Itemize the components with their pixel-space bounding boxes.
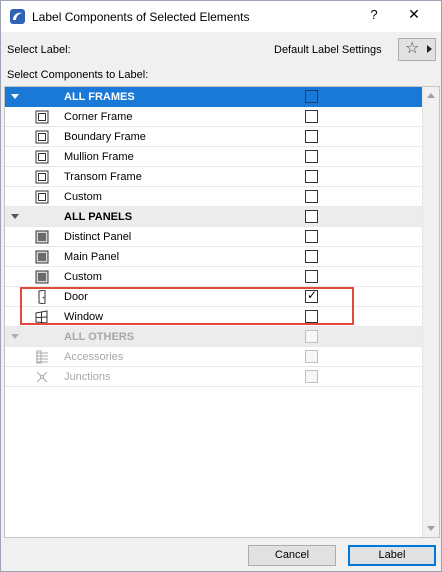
dialog-title: Label Components of Selected Elements [32, 10, 250, 24]
list-item: Accessories [5, 347, 423, 367]
frame-icon [35, 190, 49, 204]
row-checkbox[interactable] [305, 130, 318, 143]
row-checkbox[interactable] [305, 230, 318, 243]
row-label: Custom [64, 271, 102, 283]
list-item[interactable]: Window [5, 307, 423, 327]
frame-icon [35, 130, 49, 144]
row-label: Main Panel [64, 251, 120, 263]
row-checkbox[interactable] [305, 210, 318, 223]
components-list[interactable]: ALL FRAMES Corner Frame Boundary Frame Mull… [4, 86, 440, 538]
row-label: Boundary Frame [64, 131, 146, 143]
row-checkbox[interactable] [305, 150, 318, 163]
accessories-icon [35, 350, 49, 364]
list-item[interactable]: Mullion Frame [5, 147, 423, 167]
row-label: Transom Frame [64, 171, 142, 183]
row-checkbox[interactable] [305, 90, 318, 103]
star-icon: ☆ [405, 40, 420, 57]
collapse-triangle-icon[interactable] [11, 94, 19, 99]
row-checkbox[interactable] [305, 270, 318, 283]
row-label: Distinct Panel [64, 231, 132, 243]
group-row[interactable]: ALL PANELS [5, 207, 423, 227]
row-checkbox [305, 330, 318, 343]
panel-icon [35, 230, 49, 244]
row-checkbox[interactable] [305, 110, 318, 123]
row-label: ALL OTHERS [64, 331, 135, 343]
door-icon [35, 289, 49, 305]
row-label: ALL FRAMES [64, 91, 135, 103]
title-bar: Label Components of Selected Elements ? … [1, 1, 441, 32]
list-item: Junctions [5, 367, 423, 387]
select-label-caption: Select Label: [7, 44, 71, 56]
label-components-dialog: Label Components of Selected Elements ? … [0, 0, 442, 572]
help-button[interactable]: ? [367, 7, 381, 22]
list-item[interactable]: Boundary Frame [5, 127, 423, 147]
components-caption: Select Components to Label: [7, 69, 149, 81]
panel-icon [35, 250, 49, 264]
collapse-triangle-icon[interactable] [11, 214, 19, 219]
row-label: Accessories [64, 351, 124, 363]
scroll-up-icon[interactable] [427, 93, 435, 98]
row-label: Window [64, 311, 104, 323]
row-label: Junctions [64, 371, 111, 383]
frame-icon [35, 150, 49, 164]
row-label: ALL PANELS [64, 211, 133, 223]
default-label-settings: Default Label Settings [274, 44, 382, 56]
row-label: Corner Frame [64, 111, 133, 123]
panel-icon [35, 270, 49, 284]
window-icon [35, 310, 49, 324]
app-icon [10, 9, 25, 24]
list-item[interactable]: Custom [5, 187, 423, 207]
list-item[interactable]: Door ✓ [5, 287, 423, 307]
cancel-button[interactable]: Cancel [248, 545, 336, 566]
row-checkbox[interactable]: ✓ [305, 288, 318, 303]
vertical-scrollbar[interactable] [422, 87, 439, 537]
list-item[interactable]: Transom Frame [5, 167, 423, 187]
row-checkbox [305, 350, 318, 363]
scroll-down-icon[interactable] [427, 526, 435, 531]
list-item[interactable]: Custom [5, 267, 423, 287]
row-checkbox[interactable] [305, 250, 318, 263]
group-row[interactable]: ALL FRAMES [5, 87, 423, 107]
checkmark-icon: ✓ [307, 288, 318, 302]
row-checkbox[interactable] [305, 190, 318, 203]
row-label: Door [64, 291, 88, 303]
close-button[interactable]: ✕ [407, 6, 421, 23]
collapse-triangle-icon [11, 334, 19, 339]
row-checkbox [305, 370, 318, 383]
group-row: ALL OTHERS [5, 327, 423, 347]
row-label: Mullion Frame [64, 151, 134, 163]
row-checkbox[interactable] [305, 170, 318, 183]
row-checkbox[interactable] [305, 310, 318, 323]
list-item[interactable]: Corner Frame [5, 107, 423, 127]
junctions-icon [35, 370, 49, 384]
favorites-button[interactable]: ☆ [398, 38, 436, 61]
frame-icon [35, 110, 49, 124]
list-item[interactable]: Distinct Panel [5, 227, 423, 247]
frame-icon [35, 170, 49, 184]
label-button[interactable]: Label [348, 545, 436, 566]
row-label: Custom [64, 191, 102, 203]
list-item[interactable]: Main Panel [5, 247, 423, 267]
triangle-right-icon [427, 45, 432, 53]
